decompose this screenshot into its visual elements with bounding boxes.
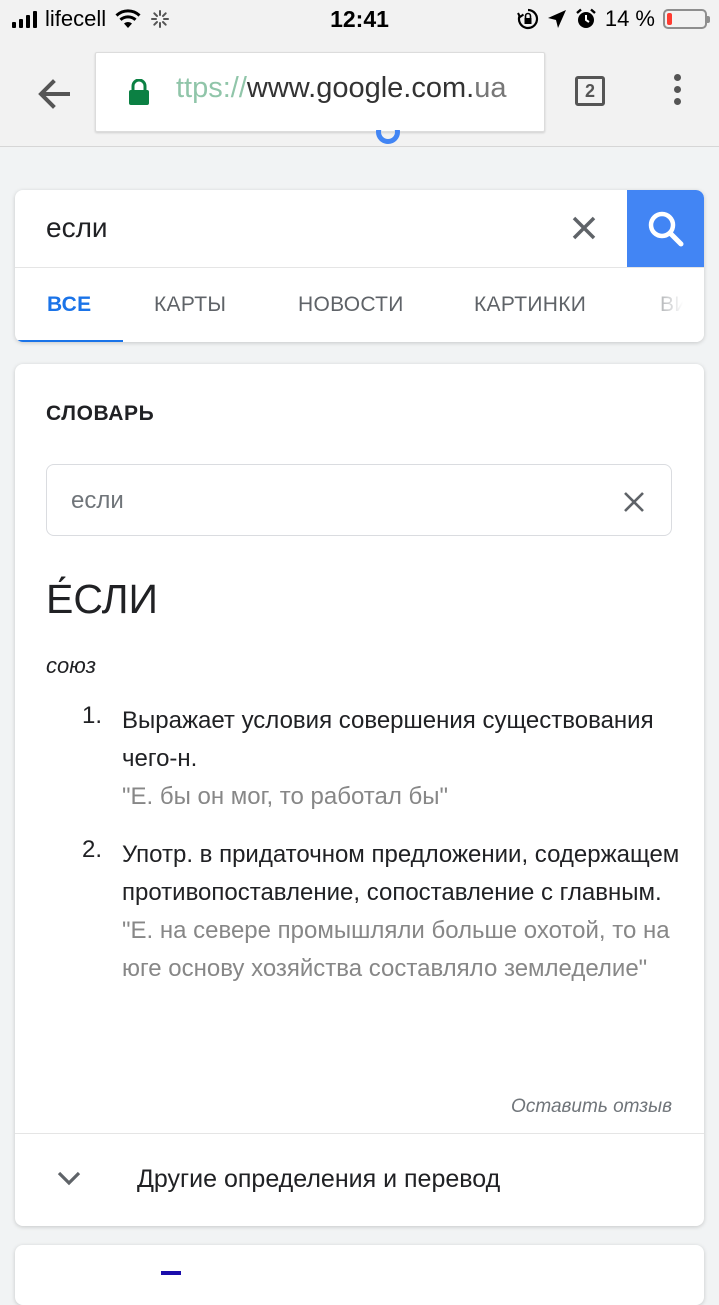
definition-text: Выражает условия совершения существовани…	[122, 707, 654, 772]
more-definitions-row[interactable]: Другие определения и перевод	[15, 1133, 704, 1226]
url-scheme: ttps://	[176, 72, 247, 104]
definition-example: "Е. на севере промышляли больше охотой, …	[122, 917, 670, 982]
active-tab-indicator	[15, 340, 123, 342]
search-icon	[648, 211, 684, 247]
search-tabs: ВСЕ КАРТЫ НОВОСТИ КАРТИНКИ ВИ	[15, 267, 704, 342]
address-bar[interactable]: ttps://www.google.com.ua	[95, 52, 545, 132]
location-icon	[547, 10, 566, 28]
browser-toolbar: ttps://www.google.com.ua 2	[0, 40, 719, 147]
search-card: если ВСЕ КАРТЫ НОВОСТИ КАРТИНКИ ВИ	[15, 190, 704, 342]
overflow-menu-icon[interactable]	[667, 74, 687, 114]
next-result-card[interactable]	[15, 1245, 704, 1305]
chevron-down-icon	[57, 1171, 81, 1186]
tab-switcher-button[interactable]: 2	[575, 76, 605, 106]
battery-level-fill	[667, 13, 672, 25]
definition-item: 1. Выражает условия совершения существов…	[46, 702, 686, 816]
back-button[interactable]	[34, 74, 74, 114]
orientation-lock-icon	[516, 8, 538, 30]
lock-icon	[129, 79, 149, 105]
url-host: www.google.com.	[246, 72, 475, 104]
tab-images[interactable]: КАРТИНКИ	[474, 293, 586, 317]
clear-search-button[interactable]	[570, 214, 598, 242]
definition-example: "Е. бы он мог, то работал бы"	[122, 783, 449, 810]
dictionary-search-value[interactable]: если	[71, 487, 124, 515]
definition-text: Употр. в придаточном предложении, содерж…	[122, 841, 680, 906]
definition-number: 2.	[82, 836, 103, 863]
dictionary-card: СЛОВАРЬ если Е́СЛИ союз 1. Выражает усло…	[15, 364, 704, 1226]
search-input[interactable]: если	[46, 212, 108, 244]
part-of-speech: союз	[46, 653, 97, 678]
battery-icon	[663, 9, 710, 29]
url-host-tail: ua	[474, 72, 507, 104]
alarm-icon	[576, 8, 596, 28]
more-definitions-label: Другие определения и перевод	[137, 1165, 501, 1193]
tabs-fade-overlay	[634, 268, 704, 342]
status-bar: lifecell 12:41 14 %	[0, 0, 719, 40]
battery-percent: 14 %	[604, 6, 655, 31]
definition-number: 1.	[82, 702, 103, 729]
search-button[interactable]	[627, 190, 704, 267]
tab-news[interactable]: НОВОСТИ	[298, 293, 404, 317]
url-text[interactable]: ttps://www.google.com.ua	[176, 72, 536, 105]
close-icon	[624, 492, 644, 512]
tab-maps[interactable]: КАРТЫ	[154, 293, 226, 317]
dictionary-title: СЛОВАРЬ	[46, 402, 155, 425]
google-logo-partial	[376, 130, 406, 158]
tab-all[interactable]: ВСЕ	[47, 293, 91, 317]
definition-item: 2. Употр. в придаточном предложении, сод…	[46, 836, 686, 988]
feedback-link[interactable]: Оставить отзыв	[511, 1096, 672, 1118]
definitions-list: 1. Выражает условия совершения существов…	[46, 702, 686, 1008]
headword: Е́СЛИ	[46, 576, 158, 622]
dictionary-search-field[interactable]: если	[46, 464, 672, 536]
arrow-left-icon	[38, 79, 70, 109]
dictionary-clear-button[interactable]	[623, 491, 645, 513]
close-icon	[572, 216, 596, 240]
